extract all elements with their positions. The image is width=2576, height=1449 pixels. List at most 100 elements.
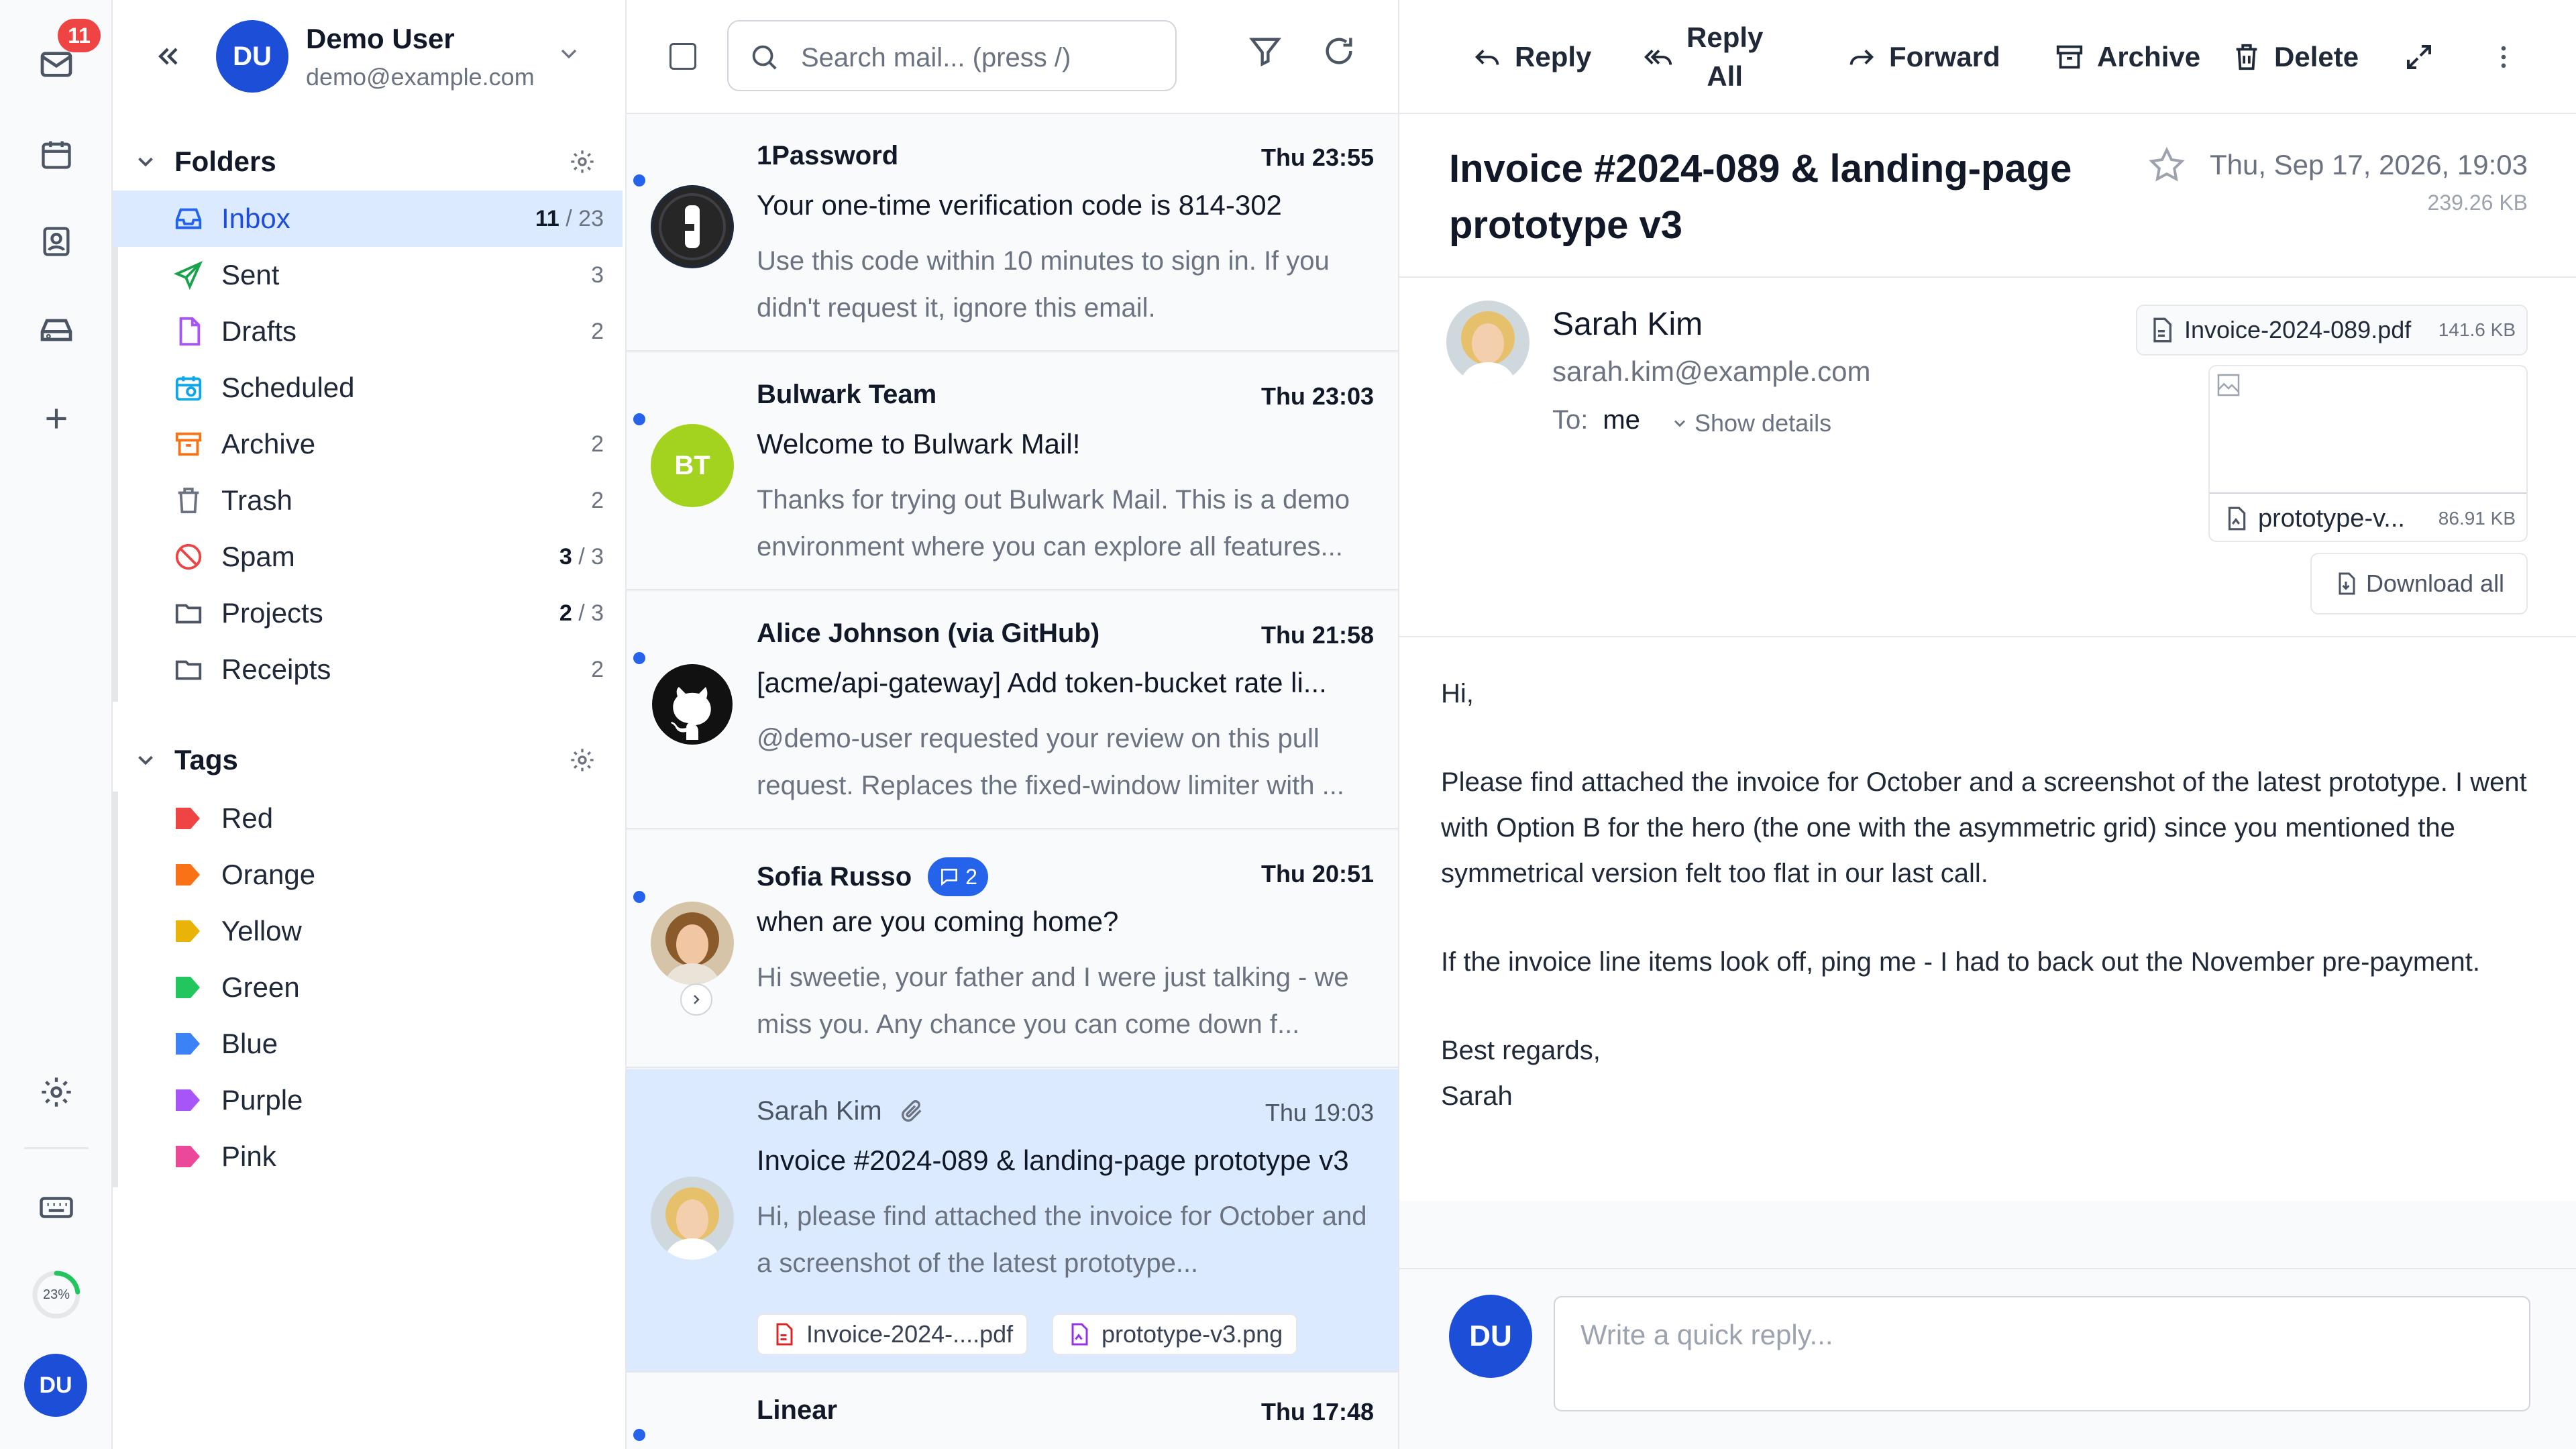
tag-yellow[interactable]: Yellow <box>113 903 623 959</box>
reply-button[interactable]: Reply <box>1472 20 1591 94</box>
folder-inbox[interactable]: Inbox 11 / 23 <box>113 191 623 247</box>
tag-pink[interactable]: Pink <box>113 1128 623 1185</box>
download-all-button[interactable]: Download all <box>2310 553 2528 614</box>
archive-icon <box>2056 45 2083 69</box>
quick-reply-input[interactable]: Write a quick reply... <box>1554 1296 2530 1411</box>
account-switcher[interactable]: DU Demo User demo@example.com <box>113 0 627 114</box>
message-time: Thu 17:48 <box>1260 1398 1374 1426</box>
message-item[interactable]: BT Bulwark Team Thu 23:03 Welcome to Bul… <box>627 353 1398 590</box>
archive-button[interactable]: Archive <box>2054 20 2200 94</box>
attachment-chip-image[interactable]: prototype-v3.png <box>1052 1313 1298 1355</box>
folder-drafts[interactable]: Drafts 2 <box>113 303 623 360</box>
folder-projects[interactable]: Projects 2 / 3 <box>113 585 623 641</box>
collapse-sidebar-button[interactable] <box>142 30 196 83</box>
message-item-selected[interactable]: Sarah Kim Thu 19:03 Invoice #2024-089 & … <box>627 1069 1398 1373</box>
search-box[interactable]: Search mail... (press /) <box>727 20 1177 91</box>
tag-icon <box>176 1089 200 1111</box>
folder-count: 2 <box>591 487 604 513</box>
message-item[interactable]: Alice Johnson (via GitHub) Thu 21:58 [ac… <box>627 592 1398 829</box>
unread-dot <box>633 413 645 425</box>
app-rail: 11 23% DU <box>0 0 113 1449</box>
forward-button[interactable]: Forward <box>1846 20 2000 94</box>
search-input[interactable]: Search mail... (press /) <box>801 43 1071 73</box>
folder-settings-icon[interactable] <box>569 148 596 175</box>
tag-red[interactable]: Red <box>113 790 623 847</box>
tags-section-header[interactable]: Tags <box>133 737 616 784</box>
quick-reply-divider <box>1399 1268 2576 1269</box>
folder-sidebar: DU Demo User demo@example.com Folders In… <box>113 0 627 1449</box>
unread-dot <box>633 652 645 664</box>
tag-icon <box>176 808 200 829</box>
more-options-button[interactable] <box>2489 20 2518 94</box>
attachment-chip-pdf[interactable]: Invoice-2024-....pdf <box>757 1313 1028 1355</box>
folder-label: Trash <box>221 484 292 516</box>
keyboard-icon <box>40 1197 73 1218</box>
send-icon <box>172 258 205 292</box>
refresh-icon[interactable] <box>1322 34 1356 68</box>
body-signoff: Best regards, <box>1441 1036 1601 1065</box>
sender-name[interactable]: Sarah Kim <box>1552 306 1703 343</box>
add-app-button[interactable] <box>30 392 83 445</box>
settings-button[interactable] <box>30 1065 83 1119</box>
delete-button[interactable]: Delete <box>2231 20 2359 94</box>
sender-photo <box>651 1177 734 1260</box>
quick-reply-placeholder: Write a quick reply... <box>1580 1319 1833 1350</box>
attachment-pdf[interactable]: Invoice-2024-089.pdf 141.6 KB <box>2136 305 2528 356</box>
tag-orange[interactable]: Orange <box>113 847 623 903</box>
pdf-file-icon <box>776 1323 793 1346</box>
message-size: 239.26 KB <box>2427 191 2528 215</box>
folder-sent[interactable]: Sent 3 <box>113 247 623 303</box>
message-subject: [acme/api-gateway] Add token-bucket rate… <box>757 667 1327 698</box>
body-paragraph: Please find attached the invoice for Oct… <box>1441 767 2527 888</box>
tag-purple[interactable]: Purple <box>113 1072 623 1128</box>
message-item[interactable]: Sofia Russo 2 Thu 20:51 when are you com… <box>627 830 1398 1068</box>
calendar-nav-button[interactable] <box>30 127 83 181</box>
filter-icon[interactable] <box>1248 34 1283 68</box>
user-avatar[interactable]: DU <box>24 1354 87 1417</box>
keyboard-shortcuts-button[interactable] <box>30 1181 83 1234</box>
sender-avatar <box>651 185 734 268</box>
message-subject: Your one-time verification code is 814-3… <box>757 189 1282 221</box>
tag-label: Yellow <box>221 915 302 947</box>
sender-avatar <box>1446 301 1529 384</box>
folder-icon <box>172 653 205 686</box>
attachment-image[interactable]: prototype-v... 86.91 KB <box>2208 365 2528 542</box>
tag-label: Blue <box>221 1028 278 1059</box>
sender-name: Linear <box>757 1395 838 1425</box>
mail-app: 11 23% DU DU Demo User demo@example.com … <box>0 0 2576 1449</box>
tag-blue[interactable]: Blue <box>113 1016 623 1072</box>
folder-count: 2 <box>591 656 604 682</box>
select-all-checkbox[interactable] <box>669 43 696 70</box>
show-details-link[interactable]: Show details <box>1670 409 1831 437</box>
sender-email: sarah.kim@example.com <box>1552 356 1871 387</box>
tag-green[interactable]: Green <box>113 959 623 1016</box>
expand-button[interactable] <box>2403 20 2435 94</box>
message-time: Thu 19:03 <box>1265 1099 1374 1126</box>
drive-nav-button[interactable] <box>30 303 83 357</box>
folder-archive[interactable]: Archive 2 <box>113 416 623 472</box>
chevron-down-icon <box>555 40 582 67</box>
contacts-nav-button[interactable] <box>30 215 83 268</box>
more-vertical-icon <box>2501 46 2506 68</box>
folder-receipts[interactable]: Receipts 2 <box>113 641 623 698</box>
folder-spam[interactable]: Spam 3 / 3 <box>113 529 623 585</box>
folder-trash[interactable]: Trash 2 <box>113 472 623 529</box>
message-subject: when are you coming home? <box>757 906 1119 937</box>
message-item[interactable]: Linear Thu 17:48 <box>627 1373 1398 1449</box>
drive-icon <box>40 319 72 341</box>
trash-icon <box>2236 44 2257 70</box>
tag-label: Green <box>221 971 300 1003</box>
message-preview: Use this code within 10 minutes to sign … <box>757 246 1330 323</box>
star-icon[interactable] <box>2147 145 2187 185</box>
tag-settings-icon[interactable] <box>569 747 596 773</box>
folders-section-header[interactable]: Folders <box>133 138 616 185</box>
expand-icon <box>2407 45 2431 69</box>
folder-scheduled[interactable]: Scheduled <box>113 360 623 416</box>
reply-all-button[interactable]: Reply All <box>1641 20 1763 94</box>
file-icon <box>2153 317 2171 343</box>
account-email: demo@example.com <box>306 63 535 91</box>
message-subject: Welcome to Bulwark Mail! <box>757 428 1081 460</box>
message-item[interactable]: 1Password Thu 23:55 Your one-time verifi… <box>627 114 1398 352</box>
folder-label: Scheduled <box>221 372 355 403</box>
expand-thread-button[interactable] <box>680 983 712 1016</box>
